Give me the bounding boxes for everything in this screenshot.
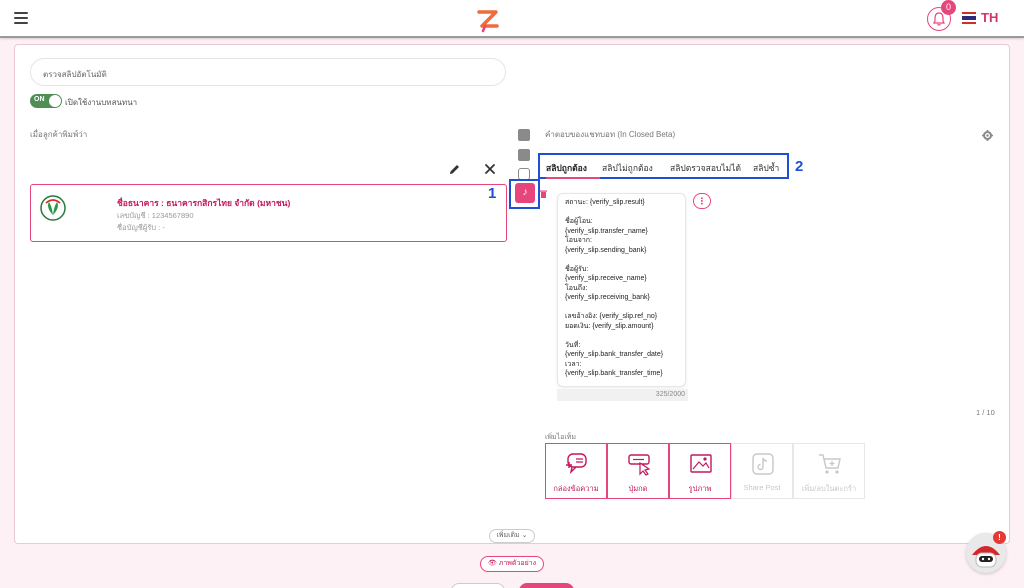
bank-account: เลขบัญชี : 1234567890 xyxy=(117,211,194,220)
conversation-toggle[interactable]: ON xyxy=(30,94,62,108)
cart-button[interactable]: เพิ่ม/ลบในตะกร้า xyxy=(793,443,865,499)
close-icon[interactable] xyxy=(484,163,496,175)
preview-button[interactable]: 👁 ภาพตัวอย่าง xyxy=(480,556,544,572)
bank-card[interactable]: ชื่อธนาคาร : ธนาคารกสิกรไทย จำกัด (มหาชน… xyxy=(30,184,507,242)
annotation-number-1: 1 xyxy=(488,185,497,202)
annotation-box-1 xyxy=(509,179,540,209)
bank-holder: ชื่อบัญชีผู้รับ : - xyxy=(117,223,165,232)
line-icon[interactable] xyxy=(518,149,530,161)
language-selector[interactable]: TH xyxy=(981,10,998,25)
image-icon xyxy=(690,454,712,473)
menu-icon[interactable] xyxy=(14,12,28,24)
title-field[interactable]: ตรวจสลิปอัตโนมัติ xyxy=(30,58,506,86)
kasikorn-bank-logo xyxy=(40,195,66,221)
add-button-button[interactable]: ปุ่มกด xyxy=(607,443,669,499)
tab-valid-slip[interactable]: สลิปถูกต้อง xyxy=(546,161,587,175)
edit-icon[interactable] xyxy=(448,163,461,176)
add-message-box-button[interactable]: กล่องข้อความ xyxy=(545,443,607,499)
top-bar: 0 TH xyxy=(0,0,1024,38)
thai-flag-icon[interactable] xyxy=(962,12,976,24)
cart-icon xyxy=(819,454,841,474)
toggle-label: เปิดใช้งานบทสนทนา xyxy=(65,98,138,107)
add-message-box-label: กล่องข้อความ xyxy=(553,484,599,493)
chat-badge: ! xyxy=(993,531,1006,544)
trash-icon[interactable] xyxy=(540,190,547,198)
toggle-state: ON xyxy=(34,96,45,103)
add-image-label: รูปภาพ xyxy=(688,484,712,493)
toggle-knob xyxy=(49,95,61,107)
cancel-button[interactable] xyxy=(451,583,505,588)
annotation-number-2: 2 xyxy=(795,158,804,175)
message-bubble[interactable]: สถานะ: {verify_slip.result} ชื่อผู้โอน: … xyxy=(557,193,686,387)
zwiz-logo xyxy=(477,10,499,33)
save-button[interactable] xyxy=(519,583,574,588)
keyword-heading: เมื่อลูกค้าพิมพ์ว่า xyxy=(30,130,88,139)
tab-invalid-slip[interactable]: สลิปไม่ถูกต้อง xyxy=(602,161,653,175)
notification-badge: 0 xyxy=(941,0,956,15)
preview-label: ภาพตัวอย่าง xyxy=(498,560,537,567)
show-more-button[interactable]: เพิ่มเติม ⌄ xyxy=(489,529,535,543)
pager: 1 / 10 xyxy=(976,408,995,417)
facebook-icon[interactable] xyxy=(518,129,530,141)
show-more-label: เพิ่มเติม xyxy=(496,532,520,539)
button-click-icon xyxy=(628,454,651,476)
tab-unverifiable-slip[interactable]: สลิปตรวจสอบไม่ได้ xyxy=(670,161,741,175)
cart-label: เพิ่ม/ลบในตะกร้า xyxy=(801,484,857,493)
active-tab-indicator xyxy=(546,177,600,179)
add-button-label: ปุ่มกด xyxy=(628,484,648,493)
tiktok-icon xyxy=(752,453,774,475)
share-post-label: Share Post xyxy=(743,483,781,492)
message-box-icon xyxy=(566,453,587,475)
add-items-label: เพิ่มไอเท็ม xyxy=(545,434,576,441)
share-post-button[interactable]: Share Post xyxy=(731,443,793,499)
tab-duplicate-slip[interactable]: สลิปซ้ำ xyxy=(753,161,779,175)
more-options-icon[interactable]: ⋮ xyxy=(693,193,711,209)
response-heading: คำตอบของแชทบอท (In Closed Beta) xyxy=(545,130,676,139)
add-image-button[interactable]: รูปภาพ xyxy=(669,443,731,499)
char-counter: 325/2000 xyxy=(557,389,688,401)
bank-name: ชื่อธนาคาร : ธนาคารกสิกรไทย จำกัด (มหาชน… xyxy=(117,198,291,208)
gear-icon[interactable] xyxy=(982,130,993,141)
slip-tabs: สลิปถูกต้อง สลิปไม่ถูกต้อง สลิปตรวจสอบไม… xyxy=(538,153,789,179)
